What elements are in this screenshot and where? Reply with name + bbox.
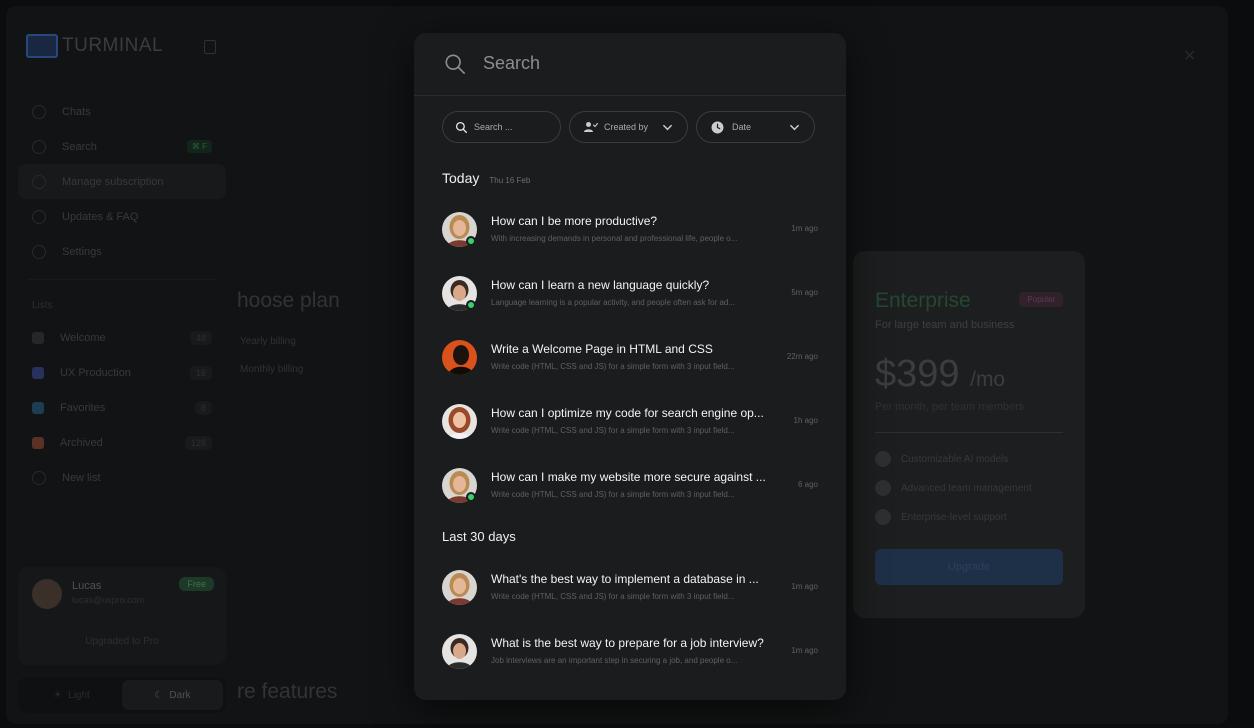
chat-preview: Write code (HTML, CSS and JS) for a simp… [491,362,735,371]
chat-result-row[interactable]: How can I be more productive? With incre… [442,202,822,258]
user-check-icon [584,122,598,132]
chat-title: What's the best way to implement a datab… [491,572,759,586]
section-heading-today: Today Thu 16 Feb [442,170,530,186]
chat-result-row[interactable]: What's the best way to implement a datab… [442,560,822,616]
online-status-dot [466,492,476,502]
filter-search-placeholder: Search ... [474,122,513,132]
modal-search-input[interactable]: Search [483,53,540,74]
chat-title: Write a Welcome Page in HTML and CSS [491,342,713,356]
search-modal: Search Search ... Created by Date Today … [414,33,846,700]
chat-title: What is the best way to prepare for a jo… [491,636,764,650]
chat-title: How can I be more productive? [491,214,658,228]
section-title: Today [442,170,480,186]
filter-created-by-dropdown[interactable]: Created by [569,111,688,143]
clock-icon [711,121,724,133]
search-icon [455,121,468,133]
avatar [442,404,477,439]
section-heading-last-30-days: Last 30 days [442,529,516,544]
chat-preview: Write code (HTML, CSS and JS) for a simp… [491,490,735,499]
chat-timestamp: 5m ago [791,288,818,297]
filter-bar: Search ... Created by Date [442,111,815,143]
avatar [442,340,477,375]
avatar [442,634,477,669]
avatar-man-dark-icon [442,634,477,669]
chat-timestamp: 1m ago [791,646,818,655]
avatar-man-orange-icon [442,340,477,375]
chat-title: How can I learn a new language quickly? [491,278,710,292]
chat-title: How can I optimize my code for search en… [491,406,764,420]
avatar [442,570,477,605]
chat-timestamp: 6 ago [797,480,818,489]
filter-date-label: Date [732,122,752,132]
section-title: Last 30 days [442,529,516,544]
chat-preview: Write code (HTML, CSS and JS) for a simp… [491,426,735,435]
chat-result-row[interactable]: How can I make my website more secure ag… [442,458,822,514]
chat-timestamp: 1h ago [793,416,818,425]
filter-created-by-label: Created by [604,122,649,132]
chevron-down-icon [663,124,672,131]
chat-timestamp: 1m ago [791,582,818,591]
chat-result-row[interactable]: How can I optimize my code for search en… [442,394,822,450]
modal-header: Search [414,33,846,96]
chat-preview: Language learning is a popular activity,… [491,298,736,307]
search-icon [445,54,465,74]
avatar-woman-blonde-icon [442,570,477,605]
online-status-dot [466,236,476,246]
online-status-dot [466,300,476,310]
chevron-down-icon [790,124,799,131]
chat-timestamp: 1m ago [791,224,818,233]
avatar-woman-red-icon [442,404,477,439]
filter-search-input[interactable]: Search ... [442,111,561,143]
chat-preview: With increasing demands in personal and … [491,234,738,243]
filter-date-dropdown[interactable]: Date [696,111,815,143]
chat-title: How can I make my website more secure ag… [491,470,766,484]
chat-preview: Job interviews are an important step in … [491,656,738,665]
chat-result-row[interactable]: Write a Welcome Page in HTML and CSS Wri… [442,330,822,386]
chat-timestamp: 22m ago [786,352,818,361]
chat-result-row[interactable]: How can I learn a new language quickly? … [442,266,822,322]
chat-result-row[interactable]: What is the best way to prepare for a jo… [442,624,822,680]
section-date: Thu 16 Feb [489,176,531,185]
chat-preview: Write code (HTML, CSS and JS) for a simp… [491,592,735,601]
